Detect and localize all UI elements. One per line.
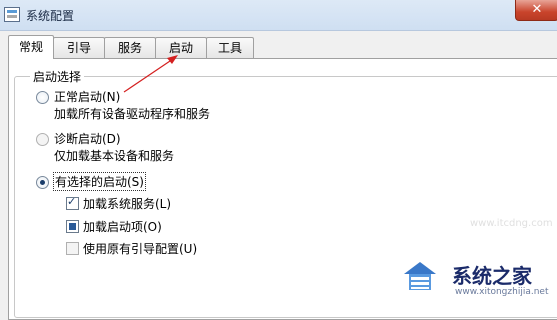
annotation-arrow <box>123 55 178 93</box>
faint-watermark-text: www.itcdng.com <box>470 218 553 229</box>
watermark-url: www.xitongzhijia.net <box>455 287 549 297</box>
tab-general[interactable]: 常规 <box>8 35 54 59</box>
watermark-house-logo <box>404 262 436 290</box>
watermark-brand: 系统之家 <box>452 264 532 288</box>
arrow-line <box>123 58 174 93</box>
